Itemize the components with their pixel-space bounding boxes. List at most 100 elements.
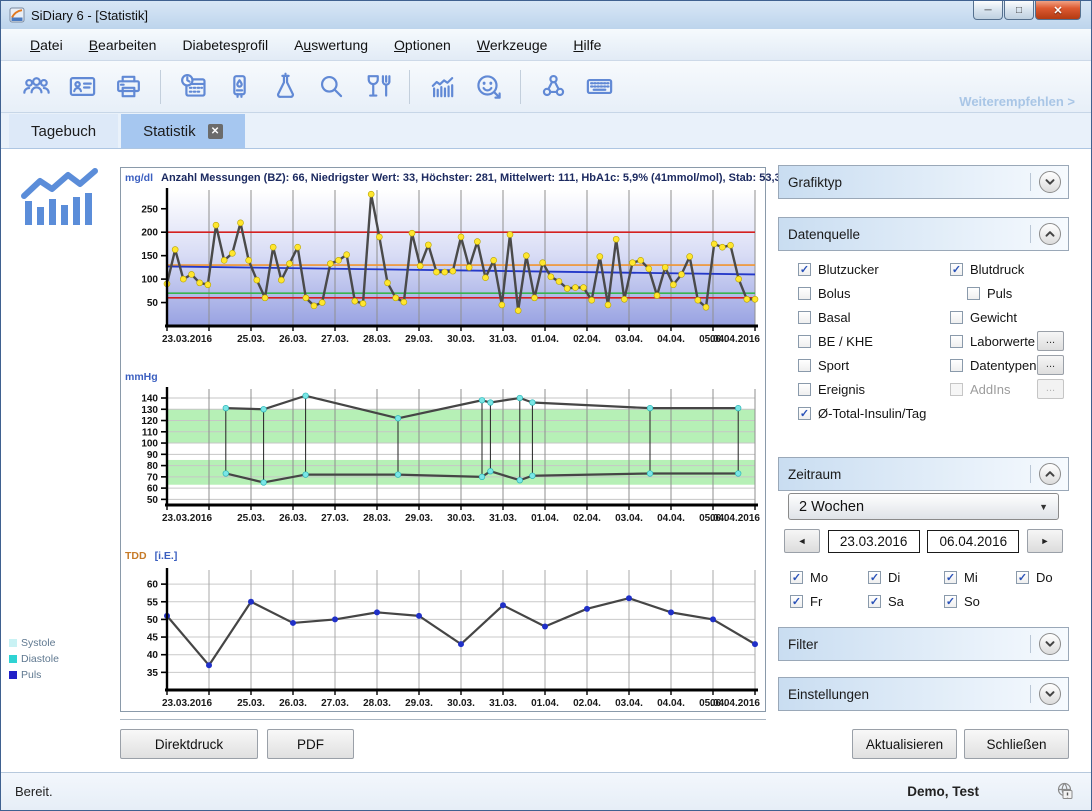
checkbox-box[interactable] <box>798 335 811 348</box>
tab-tagebuch[interactable]: Tagebuch <box>9 114 118 148</box>
svg-text:04.04.: 04.04. <box>657 334 685 345</box>
checkbox-box[interactable] <box>798 383 811 396</box>
checkbox-box[interactable] <box>950 335 963 348</box>
checkbox-basal[interactable]: Basal <box>798 305 950 329</box>
magnifier-icon[interactable] <box>308 66 354 108</box>
close-button[interactable]: ✕ <box>1035 1 1081 20</box>
checkbox-day-mi[interactable]: ✓Mi <box>944 565 1016 589</box>
calendar-clock-icon[interactable] <box>170 66 216 108</box>
checkbox-blutzucker[interactable]: ✓Blutzucker <box>798 257 950 281</box>
datentypen-more-button[interactable]: ... <box>1037 355 1064 375</box>
zeitraum-range-select[interactable]: 2 Wochen ▼ <box>788 493 1059 520</box>
svg-text:25.03.: 25.03. <box>237 334 265 345</box>
svg-text:03.04.: 03.04. <box>615 698 643 709</box>
checkbox-box[interactable]: ✓ <box>798 407 811 420</box>
checkbox-box[interactable]: ✓ <box>798 263 811 276</box>
share-nodes-icon[interactable] <box>530 66 576 108</box>
checkbox-bolus[interactable]: Bolus <box>798 281 950 305</box>
glass-fork-icon[interactable] <box>354 66 400 108</box>
panel-datenquelle[interactable]: Datenquelle <box>778 217 1069 251</box>
checkbox-be-khe[interactable]: BE / KHE <box>798 329 950 353</box>
checkbox-day-fr[interactable]: ✓Fr <box>790 589 868 613</box>
checkbox-box[interactable]: ✓ <box>950 263 963 276</box>
panel-filter[interactable]: Filter <box>778 627 1069 661</box>
checkbox-puls[interactable]: Puls <box>950 281 1064 305</box>
minimize-button[interactable]: ─ <box>973 1 1003 20</box>
glucose-meter-icon[interactable] <box>216 66 262 108</box>
checkbox-box[interactable]: ✓ <box>790 571 803 584</box>
checkbox-day-sa[interactable]: ✓Sa <box>868 589 944 613</box>
checkbox-box[interactable] <box>798 359 811 372</box>
addins-more-button: ... <box>1037 379 1064 399</box>
checkbox-ereignis[interactable]: Ereignis <box>798 377 950 401</box>
checkbox-blutdruck[interactable]: ✓Blutdruck <box>950 257 1064 281</box>
maximize-button[interactable]: □ <box>1004 1 1034 20</box>
checkbox-box[interactable]: ✓ <box>868 571 881 584</box>
recommend-link[interactable]: Weiterempfehlen > <box>959 94 1075 109</box>
zeitraum-prev-button[interactable]: ◄ <box>784 529 820 553</box>
checkbox-box[interactable] <box>967 287 980 300</box>
checkbox-box[interactable]: ✓ <box>944 595 957 608</box>
checkbox-gewicht[interactable]: Gewicht <box>950 305 1064 329</box>
divider <box>120 719 766 720</box>
printer-icon[interactable] <box>105 66 151 108</box>
users-icon[interactable] <box>13 66 59 108</box>
chevron-down-icon[interactable] <box>1039 683 1061 705</box>
checkbox-box[interactable] <box>798 287 811 300</box>
svg-text:200: 200 <box>141 228 158 239</box>
svg-text:70: 70 <box>147 472 159 483</box>
zeitraum-date-from[interactable]: 23.03.2016 <box>828 530 920 553</box>
checkbox-box[interactable] <box>950 359 963 372</box>
keyboard-icon[interactable] <box>576 66 622 108</box>
chevron-up-icon[interactable] <box>1039 463 1061 485</box>
checkbox-box[interactable] <box>798 311 811 324</box>
checkbox-day-mo[interactable]: ✓Mo <box>790 565 868 589</box>
menu-datei[interactable]: Datei <box>19 33 74 57</box>
menu-diabetesprofil[interactable]: Diabetesprofil <box>171 33 279 57</box>
menu-bearbeiten[interactable]: Bearbeiten <box>78 33 168 57</box>
chevron-down-icon[interactable] <box>1039 171 1061 193</box>
checkbox-box[interactable]: ✓ <box>790 595 803 608</box>
panel-einstellungen[interactable]: Einstellungen <box>778 677 1069 711</box>
legend-swatch <box>9 639 17 647</box>
checkbox-box[interactable]: ✓ <box>944 571 957 584</box>
tab-statistik[interactable]: Statistik✕ <box>121 114 245 148</box>
direktdruck-button[interactable]: Direktdruck <box>120 729 258 759</box>
checkbox-sport[interactable]: Sport <box>798 353 950 377</box>
menu-optionen[interactable]: Optionen <box>383 33 462 57</box>
zeitraum-date-to[interactable]: 06.04.2016 <box>927 530 1019 553</box>
checkbox-box[interactable]: ✓ <box>1016 571 1029 584</box>
schliessen-button[interactable]: Schließen <box>964 729 1069 759</box>
menu-hilfe[interactable]: Hilfe <box>562 33 612 57</box>
checkbox-day-so[interactable]: ✓So <box>944 589 1016 613</box>
checkbox-datentypen[interactable]: Datentypen... <box>950 353 1064 377</box>
pdf-button[interactable]: PDF <box>267 729 354 759</box>
checkbox-day-di[interactable]: ✓Di <box>868 565 944 589</box>
aktualisieren-button[interactable]: Aktualisieren <box>852 729 957 759</box>
checkbox-day-do[interactable]: ✓Do <box>1016 565 1066 589</box>
svg-text:55: 55 <box>147 597 159 608</box>
flask-icon[interactable] <box>262 66 308 108</box>
menu-werkzeuge[interactable]: Werkzeuge <box>466 33 559 57</box>
svg-text:29.03.: 29.03. <box>405 513 433 524</box>
menu-auswertung[interactable]: Auswertung <box>283 33 379 57</box>
bar-chart-icon[interactable] <box>419 66 465 108</box>
svg-text:03.04.: 03.04. <box>615 334 643 345</box>
svg-text:01.04.: 01.04. <box>531 334 559 345</box>
smiley-share-icon[interactable] <box>465 66 511 108</box>
svg-text:60: 60 <box>147 484 159 495</box>
id-card-icon[interactable] <box>59 66 105 108</box>
panel-grafiktyp[interactable]: Grafiktyp <box>778 165 1069 199</box>
tab-close-icon[interactable]: ✕ <box>208 124 223 139</box>
laborwerte-more-button[interactable]: ... <box>1037 331 1064 351</box>
chevron-down-icon[interactable] <box>1039 633 1061 655</box>
panel-zeitraum[interactable]: Zeitraum <box>778 457 1069 491</box>
checkbox-box[interactable]: ✓ <box>868 595 881 608</box>
checkbox-box[interactable] <box>950 311 963 324</box>
checkbox-total-insulin-tag[interactable]: ✓Ø-Total-Insulin/Tag <box>798 401 950 425</box>
zeitraum-next-button[interactable]: ► <box>1027 529 1063 553</box>
checkbox-laborwerte[interactable]: Laborwerte... <box>950 329 1064 353</box>
tdd-chart: 35404550556023.03.201625.03.26.03.27.03.… <box>122 564 763 726</box>
chevron-up-icon[interactable] <box>1039 223 1061 245</box>
window-title: SiDiary 6 - [Statistik] <box>31 8 148 23</box>
